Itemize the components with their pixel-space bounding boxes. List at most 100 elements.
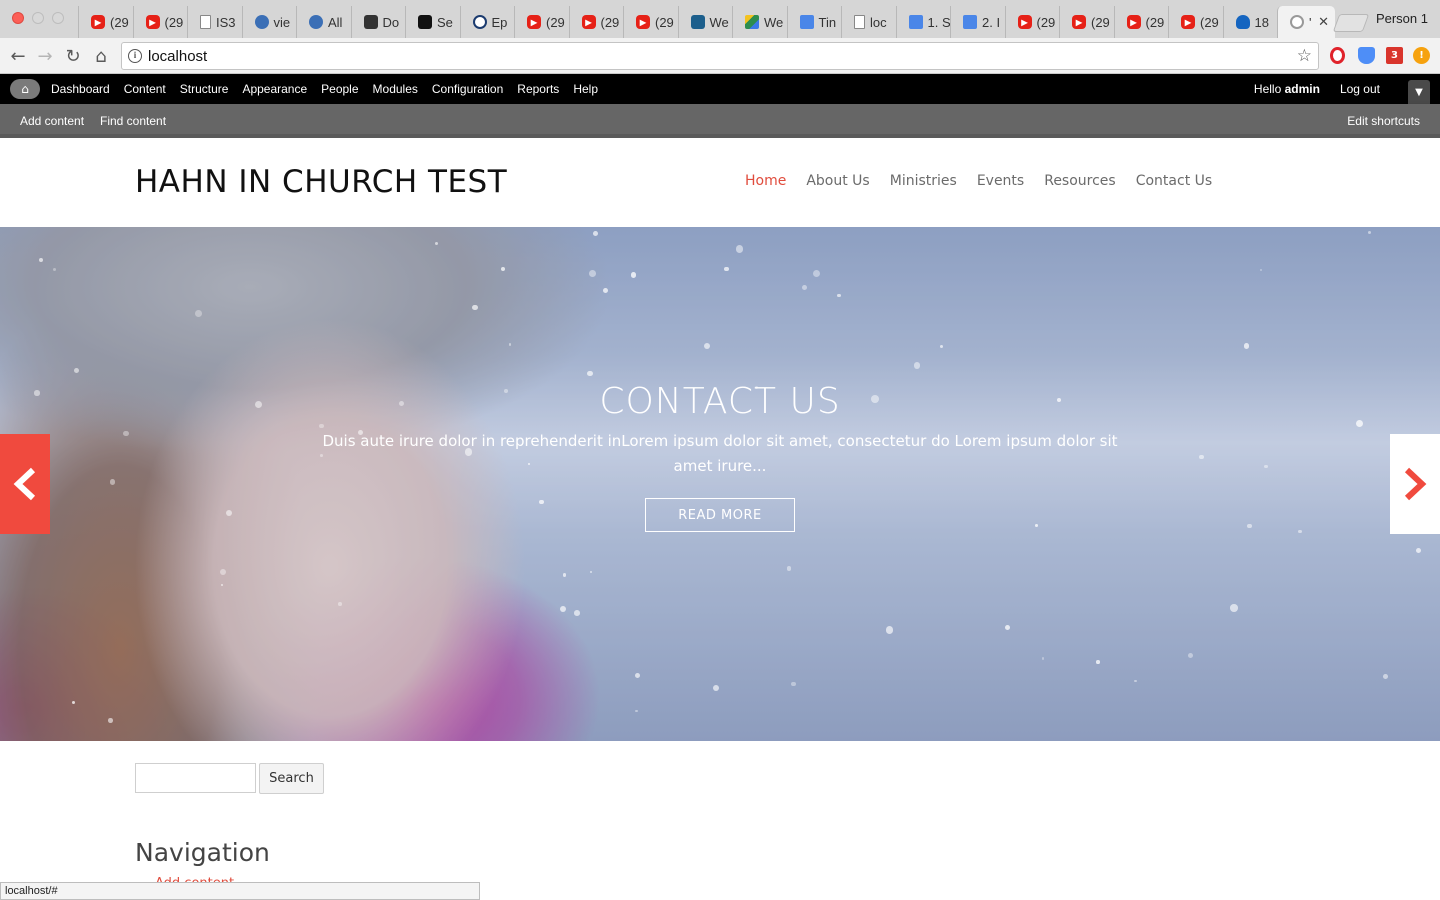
- browser-tab[interactable]: ▶ (29: [1004, 6, 1060, 38]
- snowflake: [885, 626, 894, 634]
- nav-link-ministries[interactable]: Ministries: [890, 173, 957, 189]
- bookmark-star-icon[interactable]: ☆: [1297, 46, 1312, 66]
- browser-tab[interactable]: 18: [1222, 6, 1278, 38]
- google-docs-icon: [799, 15, 814, 29]
- site-name[interactable]: HAHN IN CHURCH TEST: [135, 164, 507, 200]
- admin-menu-item[interactable]: Modules: [366, 82, 425, 96]
- read-more-button[interactable]: READ MORE: [645, 498, 795, 532]
- home-icon: ⌂: [21, 82, 29, 96]
- browser-tab[interactable]: We: [732, 6, 787, 38]
- calendar-extension-icon[interactable]: 3: [1386, 47, 1403, 64]
- admin-menu-item[interactable]: Configuration: [425, 82, 510, 96]
- browser-tab[interactable]: ▶ (29: [1059, 6, 1114, 38]
- snowflake: [338, 602, 343, 606]
- shortcut-find-content[interactable]: Find content: [100, 114, 166, 128]
- youtube-icon: ▶: [581, 15, 596, 29]
- chevron-left-icon: [13, 467, 36, 501]
- browser-tab-label: vie: [273, 14, 291, 30]
- youtube-icon: ▶: [91, 15, 105, 29]
- browser-tab[interactable]: ' ✕: [1277, 6, 1335, 38]
- browser-tab-label: We: [764, 14, 784, 30]
- browser-tab[interactable]: ▶ (29: [623, 6, 678, 38]
- info-icon[interactable]: i: [128, 49, 142, 63]
- close-tab-icon[interactable]: ✕: [1318, 14, 1329, 30]
- close-window-button[interactable]: [12, 12, 24, 24]
- shield-extension-icon[interactable]: [1358, 47, 1375, 64]
- browser-tab[interactable]: 2. I: [950, 6, 1005, 38]
- home-icon: ⌂: [95, 45, 107, 67]
- browser-tab-label: (29: [1200, 14, 1219, 30]
- admin-menu-item[interactable]: Structure: [173, 82, 236, 96]
- address-bar-url[interactable]: localhost: [148, 48, 207, 65]
- browser-tab-label: (29: [655, 14, 674, 30]
- browser-tab-label: (29: [164, 14, 184, 30]
- hero-image-overlay: [0, 227, 1440, 741]
- nav-link-resources[interactable]: Resources: [1044, 173, 1116, 189]
- snowflake: [39, 257, 44, 262]
- browser-tab[interactable]: IS3: [187, 6, 242, 38]
- edit-shortcuts-link[interactable]: Edit shortcuts: [1347, 114, 1420, 128]
- home-button[interactable]: ⌂: [89, 44, 113, 68]
- browser-tab[interactable]: Do: [350, 6, 406, 38]
- browser-tab[interactable]: All: [296, 6, 351, 38]
- browser-tab[interactable]: ▶ (29: [568, 6, 624, 38]
- nav-link-home[interactable]: Home: [745, 173, 786, 189]
- browser-tab[interactable]: Tin: [786, 6, 842, 38]
- logout-link[interactable]: Log out: [1340, 82, 1380, 96]
- browser-tab[interactable]: We: [677, 6, 733, 38]
- admin-menu-item[interactable]: People: [314, 82, 365, 96]
- address-bar[interactable]: i localhost ☆: [121, 42, 1319, 70]
- browser-tab-label: (29: [600, 14, 620, 30]
- nav-link-about-us[interactable]: About Us: [806, 173, 869, 189]
- browser-tab[interactable]: ▶ (29: [514, 6, 569, 38]
- back-button[interactable]: ←: [6, 44, 30, 68]
- search-input[interactable]: [135, 763, 256, 793]
- browser-tab[interactable]: ▶ (29: [1168, 6, 1223, 38]
- warning-extension-icon[interactable]: !: [1413, 47, 1430, 64]
- browser-tab[interactable]: loc: [841, 6, 896, 38]
- admin-menu-item[interactable]: Appearance: [235, 82, 314, 96]
- browser-tab-label: (29: [110, 14, 129, 30]
- snowflake: [914, 362, 921, 369]
- admin-menu-item[interactable]: Dashboard: [44, 82, 117, 96]
- slide-body: Duis aute irure dolor in reprehenderit i…: [322, 432, 1118, 475]
- snowflake: [634, 672, 640, 678]
- black-app-icon: [418, 15, 432, 29]
- admin-menu-item[interactable]: Content: [117, 82, 173, 96]
- minimize-window-button[interactable]: [32, 12, 44, 24]
- main-navigation: Home About Us Ministries Events Resources Con…: [745, 173, 1232, 189]
- browser-tab[interactable]: 1. S: [895, 6, 950, 38]
- maximize-window-button[interactable]: [52, 12, 64, 24]
- browser-tab[interactable]: ▶ (29: [78, 6, 133, 38]
- browser-tab[interactable]: Ep: [459, 6, 515, 38]
- shortcuts-toggle-button[interactable]: ▼: [1408, 80, 1430, 104]
- slider-next-button[interactable]: [1390, 434, 1440, 534]
- snowflake: [837, 293, 841, 298]
- search-button[interactable]: Search: [259, 763, 324, 794]
- forward-button[interactable]: →: [33, 44, 57, 68]
- chevron-down-icon: ▼: [1415, 86, 1423, 98]
- greeting: Hello admin: [1254, 82, 1320, 96]
- profile-button[interactable]: Person 1: [1376, 11, 1428, 26]
- shortcut-add-content[interactable]: Add content: [20, 114, 84, 128]
- browser-tab[interactable]: ▶ (29: [132, 6, 188, 38]
- admin-menu-item[interactable]: Help: [566, 82, 605, 96]
- admin-menu-item[interactable]: Reports: [510, 82, 566, 96]
- browser-tab[interactable]: vie: [241, 6, 297, 38]
- reload-button[interactable]: ↻: [61, 44, 85, 68]
- admin-home-button[interactable]: ⌂: [10, 79, 40, 99]
- snowflake: [500, 267, 505, 272]
- browser-tab-label: (29: [546, 14, 565, 30]
- opera-extension-icon[interactable]: [1330, 47, 1345, 64]
- nav-link-events[interactable]: Events: [977, 173, 1024, 189]
- nav-link-contact-us[interactable]: Contact Us: [1136, 173, 1212, 189]
- browser-tab[interactable]: Se: [405, 6, 460, 38]
- browser-tab-label: (29: [1036, 14, 1056, 30]
- browser-tab[interactable]: ▶ (29: [1113, 6, 1169, 38]
- snowflake: [1096, 660, 1100, 665]
- new-tab-button[interactable]: [1332, 14, 1370, 32]
- snowflake: [589, 570, 592, 574]
- username-link[interactable]: admin: [1285, 82, 1320, 96]
- slider-previous-button[interactable]: [0, 434, 50, 534]
- youtube-icon: ▶: [1181, 15, 1195, 29]
